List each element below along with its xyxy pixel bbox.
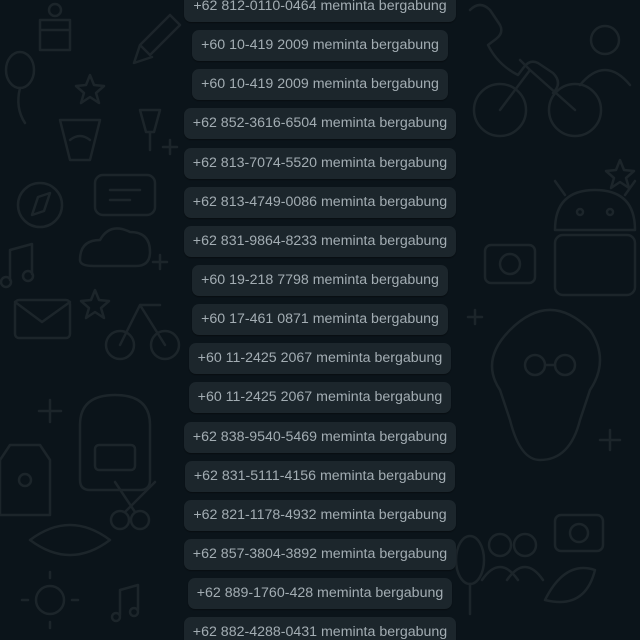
system-message-row: +62 831-9864-8233 meminta bergabung [0, 222, 640, 261]
system-message-list[interactable]: +62 812-0110-0464 meminta bergabung +60 … [0, 0, 640, 640]
system-message-row: +62 831-5111-4156 meminta bergabung [0, 457, 640, 496]
system-message-row: +62 813-7074-5520 meminta bergabung [0, 144, 640, 183]
join-request-notice: +62 831-9864-8233 meminta bergabung [183, 225, 457, 257]
join-request-notice: +62 813-7074-5520 meminta bergabung [183, 147, 457, 179]
system-message-row: +60 19-218 7798 meminta bergabung [0, 261, 640, 300]
join-request-notice: +62 852-3616-6504 meminta bergabung [183, 108, 457, 140]
system-message-row: +60 10-419 2009 meminta bergabung [0, 26, 640, 65]
join-request-notice: +62 812-0110-0464 meminta bergabung [184, 0, 456, 23]
system-message-row: +60 11-2425 2067 meminta bergabung [0, 339, 640, 378]
join-request-notice: +60 10-419 2009 meminta bergabung [192, 30, 448, 62]
join-request-notice: +60 19-218 7798 meminta bergabung [192, 265, 448, 297]
join-request-notice: +60 11-2425 2067 meminta bergabung [188, 343, 452, 375]
join-request-notice: +62 889-1760-428 meminta bergabung [187, 578, 453, 610]
join-request-notice: +60 11-2425 2067 meminta bergabung [188, 382, 452, 414]
system-message-row: +62 812-0110-0464 meminta bergabung [0, 0, 640, 26]
system-message-row: +60 10-419 2009 meminta bergabung [0, 65, 640, 104]
system-message-row: +62 821-1178-4932 meminta bergabung [0, 496, 640, 535]
join-request-notice: +60 10-419 2009 meminta bergabung [192, 69, 448, 101]
system-message-row: +62 852-3616-6504 meminta bergabung [0, 104, 640, 143]
join-request-notice: +62 821-1178-4932 meminta bergabung [184, 499, 456, 531]
join-request-notice: +62 831-5111-4156 meminta bergabung [184, 460, 456, 492]
chat-screen: +62 812-0110-0464 meminta bergabung +60 … [0, 0, 640, 640]
system-message-row: +62 882-4288-0431 meminta bergabung [0, 613, 640, 640]
join-request-notice: +60 17-461 0871 meminta bergabung [192, 304, 448, 336]
system-message-row: +62 857-3804-3892 meminta bergabung [0, 535, 640, 574]
system-message-row: +62 838-9540-5469 meminta bergabung [0, 418, 640, 457]
system-message-row: +60 17-461 0871 meminta bergabung [0, 300, 640, 339]
join-request-notice: +62 813-4749-0086 meminta bergabung [183, 186, 457, 218]
join-request-notice: +62 882-4288-0431 meminta bergabung [183, 617, 457, 640]
system-message-row: +62 889-1760-428 meminta bergabung [0, 574, 640, 613]
join-request-notice: +62 857-3804-3892 meminta bergabung [183, 539, 457, 571]
system-message-row: +62 813-4749-0086 meminta bergabung [0, 183, 640, 222]
system-message-row: +60 11-2425 2067 meminta bergabung [0, 378, 640, 417]
join-request-notice: +62 838-9540-5469 meminta bergabung [183, 421, 457, 453]
